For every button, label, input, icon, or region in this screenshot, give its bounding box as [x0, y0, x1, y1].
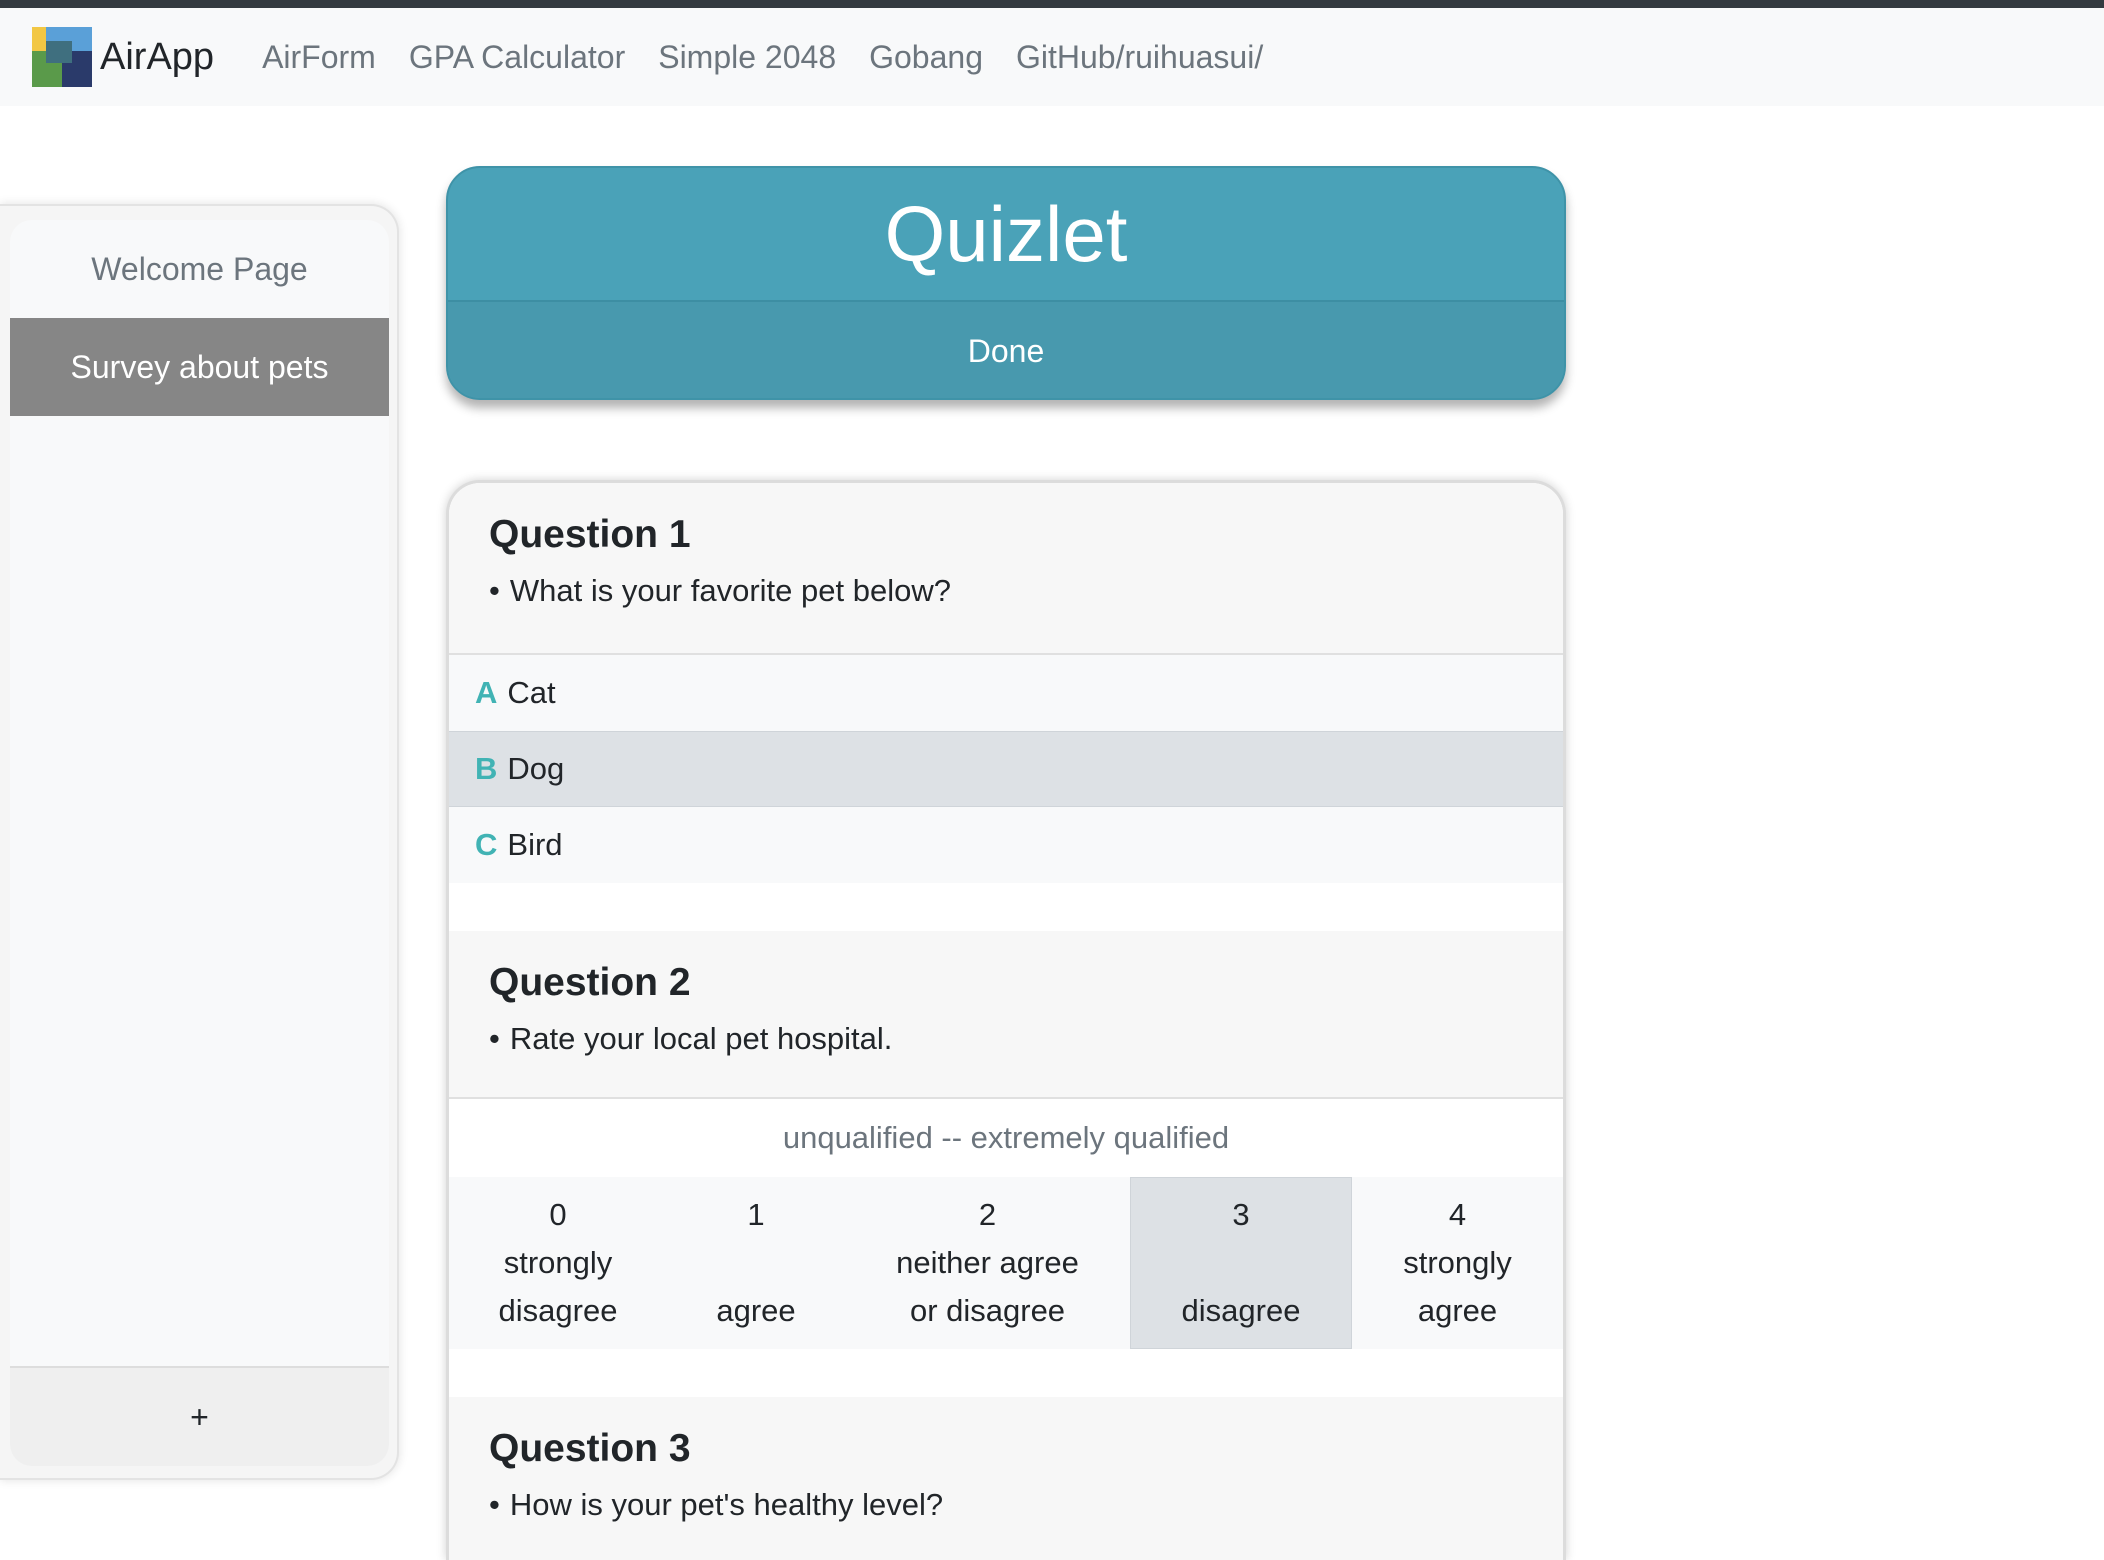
page-title: Quizlet	[448, 168, 1564, 302]
rating-option-2[interactable]: 2 neither agree or disagree	[845, 1177, 1130, 1349]
question-2-prompt: Rate your local pet hospital.	[509, 1021, 893, 1056]
question-2-header: Question 2 • Rate your local pet hospital…	[449, 931, 1563, 1097]
option-a[interactable]: A Cat	[449, 655, 1563, 731]
questions-card: Question 1 • What is your favorite pet be…	[446, 480, 1566, 1560]
bullet: •	[489, 1021, 500, 1056]
option-b-letter: B	[475, 751, 498, 786]
add-page-button[interactable]: +	[10, 1366, 389, 1466]
rating-option-3[interactable]: 3 disagree	[1130, 1177, 1352, 1349]
rating-text-line2: agree	[1417, 1293, 1498, 1328]
rating-text-line2: agree	[716, 1293, 796, 1328]
option-c-label: Bird	[507, 827, 563, 862]
option-c[interactable]: C Bird	[449, 807, 1563, 883]
sidebar-list: Welcome Page Survey about pets +	[10, 220, 389, 1466]
question-3-text: • How is your pet's healthy level?	[489, 1487, 1563, 1523]
question-1-options: A Cat B Dog C Bird	[449, 653, 1563, 883]
rating-text-line2: disagree	[498, 1293, 618, 1328]
rating-option-0[interactable]: 0 strongly disagree	[449, 1177, 667, 1349]
quiz-header-card: Quizlet Done	[446, 166, 1566, 400]
rating-text-line2: or disagree	[909, 1293, 1066, 1328]
rating-option-4[interactable]: 4 strongly agree	[1352, 1177, 1563, 1349]
sidebar: Welcome Page Survey about pets +	[0, 204, 399, 1480]
spacer	[449, 883, 1563, 931]
sidebar-item-survey-about-pets[interactable]: Survey about pets	[10, 318, 389, 416]
question-1-prompt: What is your favorite pet below?	[509, 573, 951, 608]
done-button[interactable]: Done	[448, 302, 1564, 398]
rating-value: 4	[1448, 1197, 1467, 1232]
bullet: •	[489, 573, 500, 608]
rating-option-1[interactable]: 1 agree	[667, 1177, 845, 1349]
rating-value: 0	[549, 1197, 567, 1232]
app-logo-icon	[32, 27, 92, 87]
brand-link[interactable]: AirApp	[32, 27, 214, 87]
question-1-header: Question 1 • What is your favorite pet be…	[449, 483, 1563, 653]
nav-link-github[interactable]: GitHub/ruihuasui/	[1016, 39, 1263, 76]
question-3-prompt: How is your pet's healthy level?	[509, 1487, 944, 1522]
question-3-header: Question 3 • How is your pet's healthy le…	[449, 1397, 1563, 1560]
spacer	[449, 1349, 1563, 1397]
nav-link-gpa-calculator[interactable]: GPA Calculator	[409, 39, 625, 76]
question-2-text: • Rate your local pet hospital.	[489, 1021, 1563, 1057]
top-navbar: AirApp AirForm GPA Calculator Simple 204…	[0, 8, 2104, 106]
option-a-letter: A	[475, 675, 498, 710]
window-top-border	[0, 0, 2104, 8]
brand-name: AirApp	[100, 35, 215, 78]
option-b[interactable]: B Dog	[449, 731, 1563, 807]
question-1-text: • What is your favorite pet below?	[489, 573, 1563, 609]
bullet: •	[489, 1487, 500, 1522]
nav-link-gobang[interactable]: Gobang	[869, 39, 983, 76]
rating-scale-label: unqualified -- extremely qualified	[449, 1097, 1563, 1177]
question-3-title: Question 3	[489, 1427, 691, 1470]
rating-value: 1	[747, 1197, 765, 1232]
rating-text-line2: disagree	[1181, 1293, 1301, 1328]
rating-scale: 0 strongly disagree 1 agree 2 neither ag…	[449, 1177, 1563, 1349]
option-b-label: Dog	[507, 751, 565, 786]
option-c-letter: C	[475, 827, 498, 862]
nav-link-simple-2048[interactable]: Simple 2048	[658, 39, 836, 76]
sidebar-item-welcome-page[interactable]: Welcome Page	[10, 220, 389, 318]
rating-value: 2	[978, 1197, 997, 1232]
nav-link-airform[interactable]: AirForm	[262, 39, 376, 76]
question-2-title: Question 2	[489, 961, 691, 1004]
rating-text-line1: neither agree	[896, 1245, 1079, 1280]
rating-value: 3	[1232, 1197, 1250, 1232]
rating-text-line1: strongly	[1403, 1245, 1512, 1280]
question-1-title: Question 1	[489, 513, 691, 556]
option-a-label: Cat	[507, 675, 556, 710]
rating-text-line1: strongly	[503, 1245, 613, 1280]
